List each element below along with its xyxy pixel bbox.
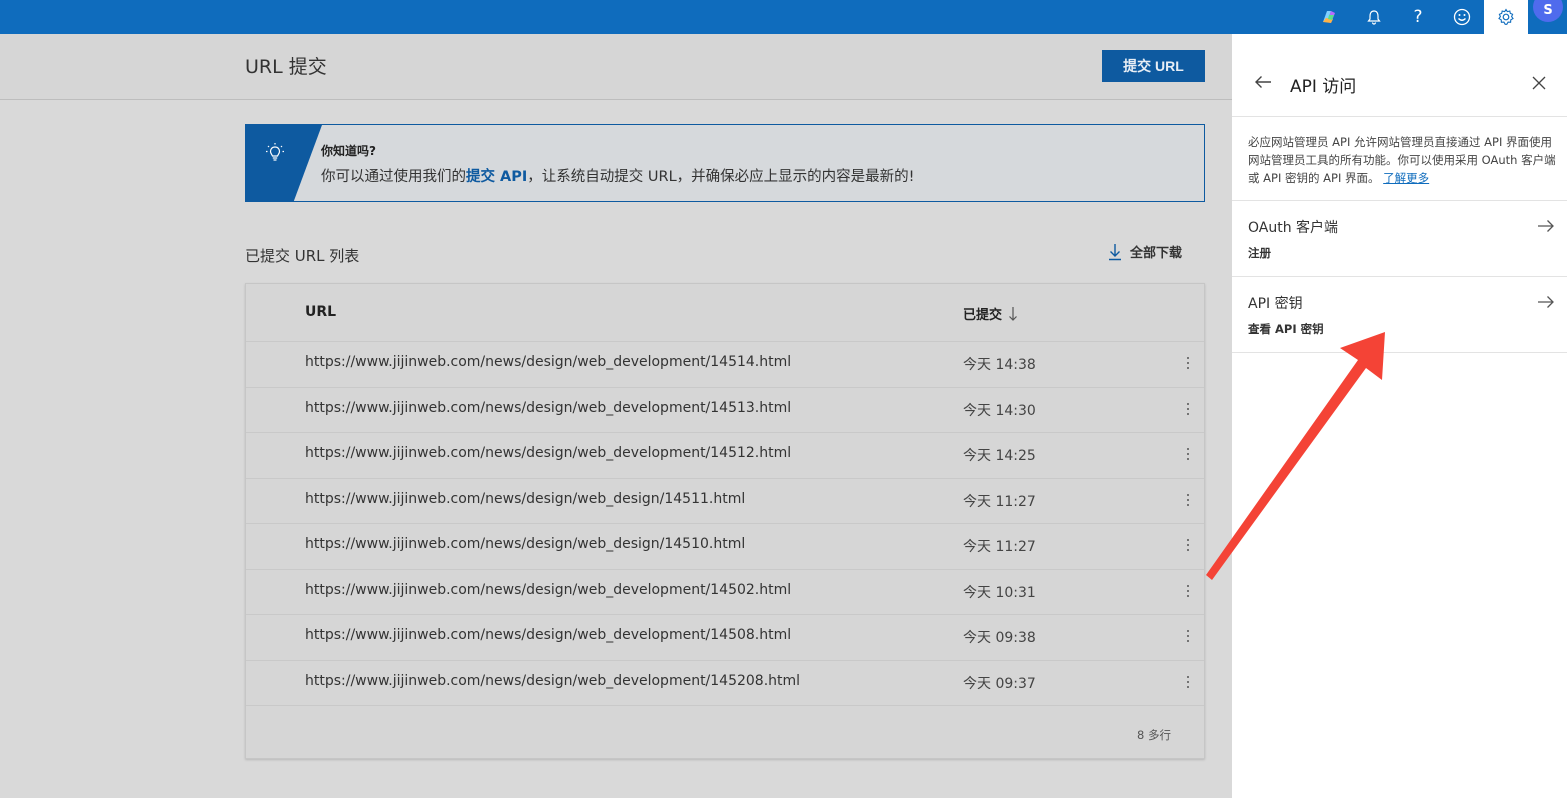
help-icon[interactable]: ?	[1401, 0, 1435, 34]
learn-more-link[interactable]: 了解更多	[1383, 171, 1429, 185]
submit-url-button[interactable]: 提交 URL	[1102, 50, 1205, 82]
table-rows: https://www.jijinweb.com/news/design/web…	[246, 341, 1204, 705]
row-count: 8 多行	[1137, 728, 1171, 742]
row-date: 今天 10:31	[963, 584, 1036, 601]
api-key-title: API 密钥	[1248, 296, 1303, 312]
tip-banner: 你知道吗? 你可以通过使用我们的提交 API，让系统自动提交 URL，并确保必应…	[245, 124, 1205, 202]
tip-text-before: 你可以通过使用我们的	[321, 169, 466, 185]
help-glyph: ?	[1413, 7, 1423, 27]
top-bar: ? S	[0, 0, 1567, 34]
table-row[interactable]: https://www.jijinweb.com/news/design/web…	[246, 477, 1204, 524]
bell-icon[interactable]	[1357, 0, 1391, 34]
row-date: 今天 14:30	[963, 402, 1036, 419]
row-url: https://www.jijinweb.com/news/design/web…	[305, 627, 792, 643]
table-row[interactable]: https://www.jijinweb.com/news/design/web…	[246, 614, 1204, 660]
row-url: https://www.jijinweb.com/news/design/web…	[305, 490, 746, 507]
sort-descending-icon	[1009, 306, 1017, 321]
table-row[interactable]: https://www.jijinweb.com/news/design/web…	[246, 386, 1204, 433]
column-header-submitted[interactable]: 已提交	[963, 304, 1018, 323]
panel-title: API 访问	[1290, 77, 1357, 97]
table-row[interactable]: https://www.jijinweb.com/news/design/web…	[246, 341, 1204, 387]
row-date: 今天 11:27	[963, 493, 1036, 510]
download-icon	[1109, 243, 1121, 260]
column-header-submitted-label: 已提交	[963, 308, 1003, 323]
smiley-icon[interactable]	[1445, 0, 1479, 34]
row-date: 今天 09:37	[963, 675, 1036, 692]
table-row[interactable]: https://www.jijinweb.com/news/design/web…	[246, 432, 1204, 478]
gear-icon[interactable]	[1484, 0, 1528, 34]
panel-header: API 访问	[1232, 34, 1567, 117]
row-url: https://www.jijinweb.com/news/design/web…	[305, 581, 792, 598]
more-options-icon[interactable]	[1181, 671, 1195, 693]
row-date: 今天 14:25	[963, 448, 1036, 464]
column-header-url[interactable]: URL	[305, 304, 336, 320]
download-all-button[interactable]: 全部下载	[1108, 242, 1182, 261]
row-url: https://www.jijinweb.com/news/design/web…	[305, 445, 792, 461]
oauth-client-title: OAuth 客户端	[1248, 220, 1339, 236]
arrow-right-icon	[1537, 294, 1555, 313]
lightbulb-icon	[263, 141, 287, 169]
back-arrow-icon[interactable]	[1254, 74, 1272, 93]
list-title: 已提交 URL 列表	[245, 247, 360, 265]
download-all-label: 全部下载	[1130, 246, 1183, 261]
annotation-red-arrow	[1206, 332, 1385, 580]
oauth-client-subtitle: 注册	[1248, 246, 1271, 260]
page-header: URL 提交 提交 URL	[0, 34, 1232, 100]
table-footer-divider	[246, 705, 1204, 706]
row-date: 今天 09:38	[963, 630, 1036, 646]
more-options-icon[interactable]	[1181, 625, 1195, 647]
submitted-url-table: URL 已提交 https://www.jijinweb.com/news/de…	[245, 283, 1205, 759]
avatar[interactable]: S	[1533, 0, 1563, 22]
row-url: https://www.jijinweb.com/news/design/web…	[305, 672, 801, 689]
arrow-right-icon	[1537, 218, 1555, 237]
submit-api-link[interactable]: 提交 API	[466, 169, 527, 185]
page-title: URL 提交	[245, 56, 327, 78]
row-date: 今天 14:38	[963, 357, 1036, 373]
row-url: https://www.jijinweb.com/news/design/web…	[305, 354, 792, 370]
avatar-initial: S	[1543, 2, 1553, 18]
tip-text: 你可以通过使用我们的提交 API，让系统自动提交 URL，并确保必应上显示的内容…	[321, 165, 914, 186]
tip-title: 你知道吗?	[321, 144, 376, 158]
panel-description: 必应网站管理员 API 允许网站管理员直接通过 API 界面使用网站管理员工具的…	[1248, 133, 1558, 187]
oauth-client-item[interactable]: OAuth 客户端 注册	[1232, 200, 1567, 276]
table-row[interactable]: https://www.jijinweb.com/news/design/web…	[246, 523, 1204, 569]
tip-text-after: ，让系统自动提交 URL，并确保必应上显示的内容是最新的!	[527, 169, 915, 185]
row-date: 今天 11:27	[963, 539, 1036, 555]
row-url: https://www.jijinweb.com/news/design/web…	[305, 399, 792, 416]
row-url: https://www.jijinweb.com/news/design/web…	[305, 536, 746, 552]
table-row[interactable]: https://www.jijinweb.com/news/design/web…	[246, 568, 1204, 615]
close-icon[interactable]	[1532, 75, 1546, 94]
table-row[interactable]: https://www.jijinweb.com/news/design/web…	[246, 659, 1204, 706]
copilot-icon[interactable]	[1312, 0, 1346, 34]
